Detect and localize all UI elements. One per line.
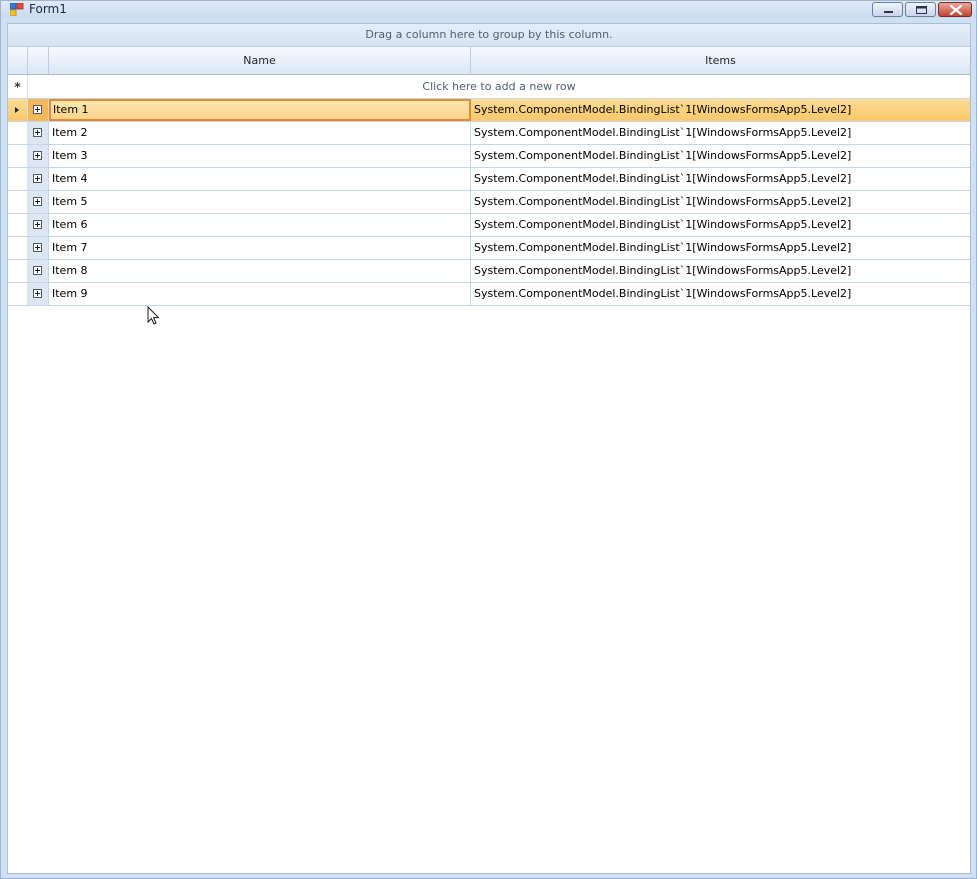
- current-row-arrow-icon: [15, 107, 19, 113]
- row-indicator: [8, 237, 28, 259]
- table-row[interactable]: Item 2 System.ComponentModel.BindingList…: [8, 122, 970, 145]
- row-indicator: [8, 122, 28, 144]
- plus-icon: [33, 197, 42, 206]
- row-expand-button[interactable]: [28, 283, 49, 305]
- cell-items[interactable]: System.ComponentModel.BindingList`1[Wind…: [471, 191, 970, 213]
- row-expand-button[interactable]: [28, 122, 49, 144]
- title-bar[interactable]: Form1: [1, 1, 976, 18]
- mouse-cursor-icon: [147, 306, 160, 325]
- cell-items[interactable]: System.ComponentModel.BindingList`1[Wind…: [471, 237, 970, 259]
- plus-icon: [33, 289, 42, 298]
- table-row[interactable]: Item 1 System.ComponentModel.BindingList…: [8, 99, 970, 122]
- cell-items[interactable]: System.ComponentModel.BindingList`1[Wind…: [471, 99, 970, 121]
- maximize-button[interactable]: [905, 2, 936, 17]
- table-row[interactable]: Item 6 System.ComponentModel.BindingList…: [8, 214, 970, 237]
- plus-icon: [33, 243, 42, 252]
- group-by-panel[interactable]: Drag a column here to group by this colu…: [8, 24, 970, 47]
- new-row-label: Click here to add a new row: [422, 80, 576, 93]
- app-window: Form1 Drag a column here to group by thi…: [0, 0, 977, 879]
- plus-icon: [33, 105, 42, 114]
- row-expand-button[interactable]: [28, 145, 49, 167]
- table-row[interactable]: Item 5 System.ComponentModel.BindingList…: [8, 191, 970, 214]
- cell-name[interactable]: Item 4: [49, 168, 471, 190]
- close-button[interactable]: [938, 2, 972, 17]
- plus-icon: [33, 266, 42, 275]
- table-row[interactable]: Item 4 System.ComponentModel.BindingList…: [8, 168, 970, 191]
- row-indicator: [8, 260, 28, 282]
- cell-items[interactable]: System.ComponentModel.BindingList`1[Wind…: [471, 168, 970, 190]
- grid-rows: Item 1 System.ComponentModel.BindingList…: [8, 99, 970, 306]
- cell-name[interactable]: Item 7: [49, 237, 471, 259]
- row-expand-button[interactable]: [28, 260, 49, 282]
- cell-name[interactable]: Item 3: [49, 145, 471, 167]
- cell-items[interactable]: System.ComponentModel.BindingList`1[Wind…: [471, 214, 970, 236]
- window-title: Form1: [29, 2, 67, 16]
- cell-items[interactable]: System.ComponentModel.BindingList`1[Wind…: [471, 260, 970, 282]
- column-header-items[interactable]: Items: [471, 47, 970, 74]
- row-indicator: [8, 191, 28, 213]
- cell-name[interactable]: Item 5: [49, 191, 471, 213]
- row-indicator: [8, 145, 28, 167]
- cell-name[interactable]: Item 6: [49, 214, 471, 236]
- grid-control: Drag a column here to group by this colu…: [7, 23, 971, 874]
- table-row[interactable]: Item 7 System.ComponentModel.BindingList…: [8, 237, 970, 260]
- header-indicator-cell: [8, 47, 28, 74]
- column-header-name[interactable]: Name: [49, 47, 471, 74]
- cell-items[interactable]: System.ComponentModel.BindingList`1[Wind…: [471, 283, 970, 305]
- header-expander-cell: [28, 47, 49, 74]
- cell-items[interactable]: System.ComponentModel.BindingList`1[Wind…: [471, 145, 970, 167]
- plus-icon: [33, 151, 42, 160]
- new-row-asterisk-icon: *: [8, 75, 28, 98]
- close-icon: [949, 4, 963, 16]
- table-row[interactable]: Item 9 System.ComponentModel.BindingList…: [8, 283, 970, 306]
- minimize-icon: [884, 11, 893, 13]
- plus-icon: [33, 220, 42, 229]
- row-expand-button[interactable]: [28, 237, 49, 259]
- row-indicator: [8, 283, 28, 305]
- cell-items[interactable]: System.ComponentModel.BindingList`1[Wind…: [471, 122, 970, 144]
- app-icon: [10, 3, 24, 16]
- table-row[interactable]: Item 8 System.ComponentModel.BindingList…: [8, 260, 970, 283]
- row-indicator: [8, 168, 28, 190]
- cell-name[interactable]: Item 8: [49, 260, 471, 282]
- row-indicator: [8, 214, 28, 236]
- cell-name[interactable]: Item 9: [49, 283, 471, 305]
- row-indicator: [8, 99, 28, 121]
- cell-name[interactable]: Item 1: [49, 99, 471, 121]
- maximize-icon: [916, 6, 927, 14]
- plus-icon: [33, 128, 42, 137]
- plus-icon: [33, 174, 42, 183]
- row-expand-button[interactable]: [28, 168, 49, 190]
- minimize-button[interactable]: [872, 2, 903, 17]
- cell-name[interactable]: Item 2: [49, 122, 471, 144]
- table-row[interactable]: Item 3 System.ComponentModel.BindingList…: [8, 145, 970, 168]
- row-expand-button[interactable]: [28, 191, 49, 213]
- new-row[interactable]: * Click here to add a new row: [8, 75, 970, 99]
- row-expand-button[interactable]: [28, 99, 49, 121]
- row-expand-button[interactable]: [28, 214, 49, 236]
- column-header-row: Name Items: [8, 47, 970, 75]
